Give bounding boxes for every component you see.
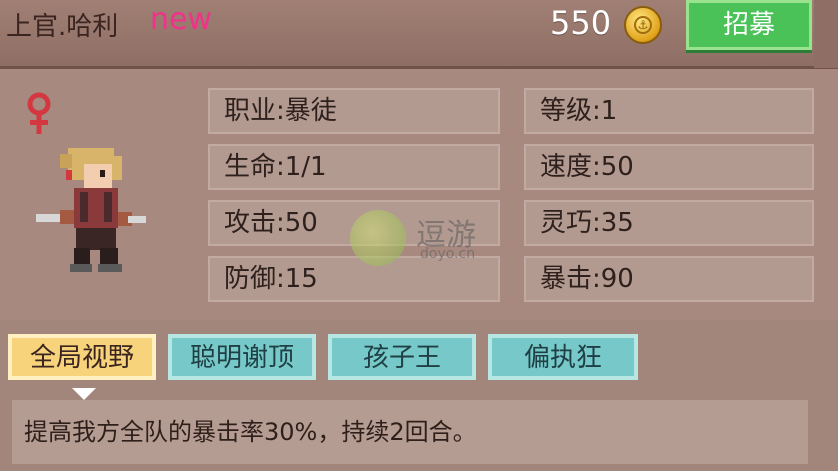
skill-tab-2[interactable]: 聪明谢顶 [168,334,316,380]
character-name: 上官.哈利 [6,12,119,42]
stat-speed: 速度:50 [524,144,814,190]
stat-agility: 灵巧:35 [524,200,814,246]
gold-amount: 550 [550,4,612,42]
watermark: 逗游 doyo.cn [350,206,510,270]
stat-level: 等级:1 [524,88,814,134]
skill-tab-4[interactable]: 偏执狂 [488,334,638,380]
top-bar-edge [814,0,838,68]
warrior-sprite-icon [36,148,146,272]
gold-coin-icon: ⚓ [624,6,662,44]
watermark-domain: doyo.cn [420,246,476,262]
skill-description: 提高我方全队的暴击率30%，持续2回合。 [12,400,808,464]
female-symbol-icon [27,92,51,134]
skill-tab-1[interactable]: 全局视野 [8,334,156,380]
stat-hp: 生命:1/1 [208,144,500,190]
skill-tab-3[interactable]: 孩子王 [328,334,476,380]
selected-skill-pointer-icon [72,388,96,400]
stat-crit: 暴击:90 [524,256,814,302]
watermark-logo-icon [350,210,406,266]
recruit-button[interactable]: 招募 [686,0,812,50]
stat-job: 职业:暴徒 [208,88,500,134]
new-badge: new [150,2,213,37]
coin-emblem-icon: ⚓ [634,16,652,34]
